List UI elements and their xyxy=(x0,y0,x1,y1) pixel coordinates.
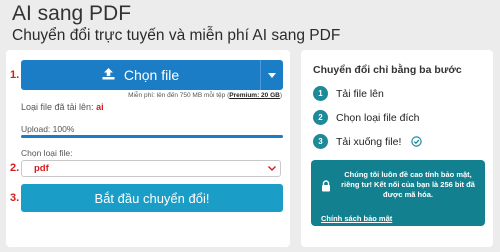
step-number: 1 xyxy=(313,86,328,101)
chevron-down-icon xyxy=(268,72,276,78)
step-item-2: 2 Chọn loại file đích xyxy=(313,110,419,125)
choose-file-main[interactable]: Chọn file xyxy=(21,60,260,90)
page-title: AI sang PDF xyxy=(12,2,132,25)
uploaded-filetype: Loại file đã tải lên: ai xyxy=(21,102,104,112)
upload-status: Upload: 100% xyxy=(21,124,75,134)
size-limit-note: Miễn phí: lên đến 750 MB mỗi tệp (Premiu… xyxy=(128,92,282,99)
steps-panel: Chuyển đổi chỉ bằng ba bước 1 Tải file l… xyxy=(301,50,493,247)
size-limit-close: ) xyxy=(279,92,282,99)
step-marker-2: 2. xyxy=(10,162,20,174)
privacy-policy-link[interactable]: Chính sách bảo mật xyxy=(321,214,392,223)
steps-title: Chuyển đổi chỉ bằng ba bước xyxy=(313,64,462,76)
converter-panel: 1. Chọn file Miễn phí: lên đến 750 MB mỗ… xyxy=(6,50,290,247)
upload-progress-fill xyxy=(21,135,283,138)
step-label: Tải file lên xyxy=(336,87,384,100)
step-number: 3 xyxy=(313,134,328,149)
choose-file-label: Chọn file xyxy=(123,67,180,83)
start-conversion-button[interactable]: Bắt đầu chuyển đổi! xyxy=(21,184,283,212)
filetype-value: ai xyxy=(96,102,104,112)
security-text: Chúng tôi luôn đề cao tính bảo mật, riên… xyxy=(341,170,475,199)
page-subtitle: Chuyển đổi trực tuyến và miễn phí AI san… xyxy=(12,27,341,44)
step-item-1: 1 Tải file lên xyxy=(313,86,384,101)
choose-file-button[interactable]: Chọn file xyxy=(21,60,283,90)
step-label: Tải xuống file! xyxy=(336,135,402,148)
lock-icon xyxy=(321,179,331,197)
chevron-down-icon xyxy=(268,166,276,171)
source-dropdown-toggle[interactable] xyxy=(261,60,283,90)
security-notice: Chúng tôi luôn đề cao tính bảo mật, riên… xyxy=(311,160,485,226)
upload-icon xyxy=(102,67,115,83)
target-type-select[interactable]: pdf xyxy=(21,160,281,177)
check-circle-icon xyxy=(411,136,423,147)
step-marker-1: 1. xyxy=(10,69,20,81)
size-limit-text: Miễn phí: lên đến 750 MB mỗi tệp ( xyxy=(128,92,230,99)
selected-type: pdf xyxy=(34,163,49,174)
step-number: 2 xyxy=(313,110,328,125)
filetype-label: Loại file đã tải lên: xyxy=(21,102,94,112)
step-marker-3: 3. xyxy=(10,192,20,204)
target-type-label: Chọn loại file: xyxy=(21,148,73,158)
upload-progress-bar xyxy=(21,135,283,138)
step-item-3: 3 Tải xuống file! xyxy=(313,134,423,149)
step-label: Chọn loại file đích xyxy=(336,111,420,124)
premium-link[interactable]: Premium: 20 GB xyxy=(229,92,280,99)
